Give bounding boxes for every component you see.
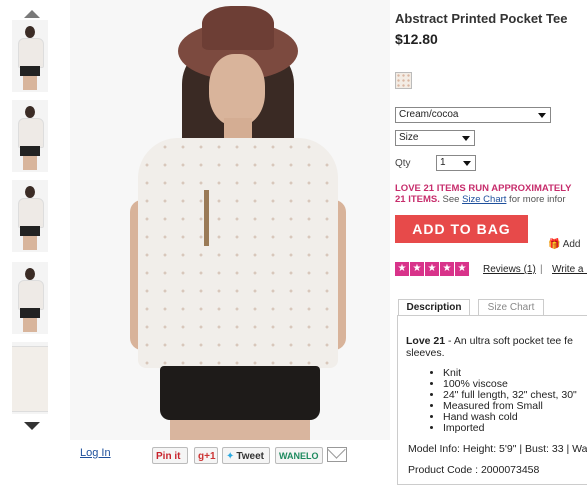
pinterest-button[interactable]: Pin it bbox=[152, 447, 188, 464]
chevron-down-icon bbox=[463, 161, 471, 166]
product-title: Abstract Printed Pocket Tee bbox=[395, 11, 568, 26]
fit-notice-rest: for more infor bbox=[506, 194, 566, 205]
tweet-label: Tweet bbox=[236, 451, 264, 462]
chevron-down-icon bbox=[538, 113, 546, 118]
wanelo-button[interactable]: WANELO bbox=[275, 447, 323, 464]
product-details: Abstract Printed Pocket Tee $12.80 Cream… bbox=[395, 0, 587, 485]
thumbnail-full-length[interactable] bbox=[12, 262, 48, 334]
tab-description[interactable]: Description bbox=[398, 299, 470, 316]
list-item: Imported bbox=[443, 423, 577, 434]
main-product-photo[interactable] bbox=[70, 0, 390, 440]
wishlist-label: Add bbox=[562, 239, 581, 250]
chevron-down-icon bbox=[462, 136, 470, 141]
add-to-bag-button[interactable]: ADD TO BAG bbox=[395, 215, 528, 243]
star-icon: ★ bbox=[410, 262, 424, 276]
gift-icon: 🎁 bbox=[548, 239, 561, 250]
tweet-button[interactable]: ✦ Tweet bbox=[222, 447, 270, 464]
product-price: $12.80 bbox=[395, 31, 438, 47]
reviews-separator: | bbox=[540, 264, 543, 275]
fit-notice: LOVE 21 ITEMS RUN APPROXIMATELY 21 ITEMS… bbox=[395, 183, 587, 205]
product-code: Product Code : 2000073458 bbox=[408, 464, 540, 476]
twitter-bird-icon: ✦ bbox=[226, 451, 235, 462]
size-chart-link[interactable]: Size Chart bbox=[462, 194, 506, 205]
qty-dropdown[interactable]: 1 bbox=[436, 155, 476, 171]
color-dropdown[interactable]: Cream/cocoa bbox=[395, 107, 551, 123]
scroll-up-arrow-icon[interactable] bbox=[24, 10, 40, 18]
size-selected-value: Size bbox=[399, 132, 419, 143]
reviews-link[interactable]: Reviews (1) bbox=[483, 264, 536, 275]
thumbnail-closeup[interactable] bbox=[12, 342, 48, 414]
model-info: Model Info: Height: 5'9" | Bust: 33 | Wa bbox=[408, 443, 587, 455]
login-link[interactable]: Log In bbox=[80, 447, 111, 459]
scroll-down-arrow-icon[interactable] bbox=[24, 422, 40, 430]
rating-stars: ★ ★ ★ ★ ★ bbox=[395, 262, 469, 276]
thumbnail-front[interactable] bbox=[12, 20, 48, 92]
size-dropdown[interactable]: Size bbox=[395, 130, 475, 146]
thumbnail-column bbox=[0, 0, 65, 440]
add-to-wishlist-link[interactable]: 🎁 Add bbox=[548, 239, 580, 250]
qty-label: Qty bbox=[395, 158, 411, 169]
feature-list: Knit 100% viscose 24" full length, 32" c… bbox=[429, 368, 577, 434]
star-icon: ★ bbox=[440, 262, 454, 276]
tab-size-chart[interactable]: Size Chart bbox=[478, 299, 544, 316]
fit-notice-see: See bbox=[439, 194, 463, 205]
description-text: Love 21 - An ultra soft pocket tee fe sl… bbox=[406, 335, 587, 359]
star-icon: ★ bbox=[455, 262, 469, 276]
thumbnail-side[interactable] bbox=[12, 100, 48, 172]
star-icon: ★ bbox=[395, 262, 409, 276]
email-icon[interactable] bbox=[327, 447, 347, 462]
qty-selected-value: 1 bbox=[440, 157, 446, 168]
fit-notice-line2: 21 ITEMS. bbox=[395, 194, 440, 205]
color-swatch[interactable] bbox=[395, 72, 412, 89]
fit-notice-line1: LOVE 21 ITEMS RUN APPROXIMATELY bbox=[395, 183, 572, 194]
write-review-link[interactable]: Write a R bbox=[552, 264, 587, 275]
brand-name: Love 21 bbox=[406, 335, 446, 347]
google-plus-button[interactable]: g+1 bbox=[194, 447, 218, 464]
thumbnail-back[interactable] bbox=[12, 180, 48, 252]
star-icon: ★ bbox=[425, 262, 439, 276]
color-selected-value: Cream/cocoa bbox=[399, 109, 459, 120]
